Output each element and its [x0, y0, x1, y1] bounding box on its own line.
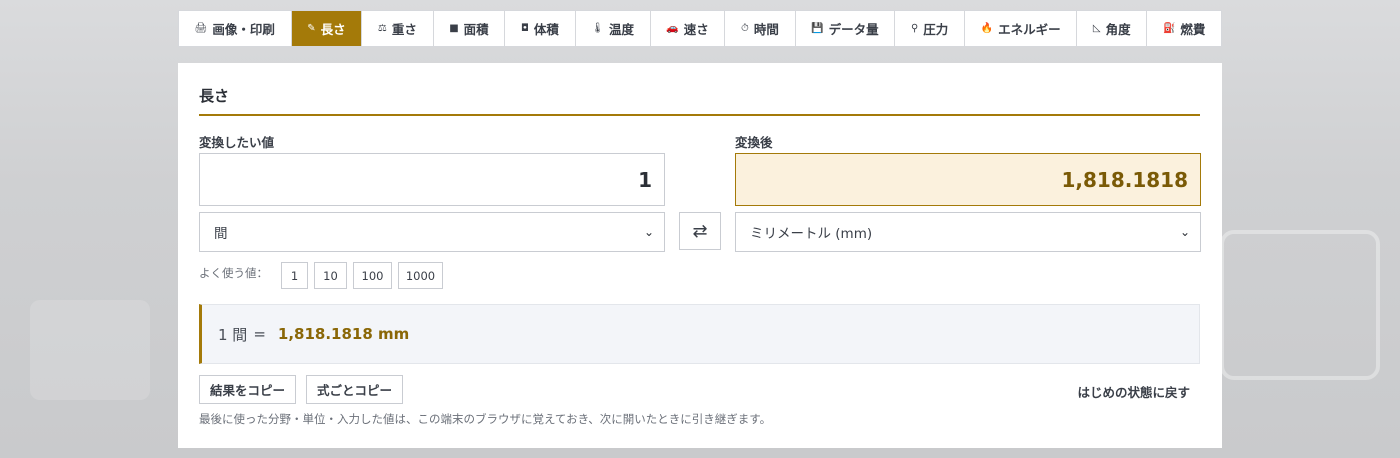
- angle-icon: ◺: [1092, 23, 1101, 34]
- fire-icon: 🔥: [980, 23, 994, 34]
- tab-label: 角度: [1105, 22, 1131, 37]
- quick-value-button[interactable]: 1: [281, 262, 308, 289]
- tab-label: 速さ: [683, 22, 709, 37]
- printer-icon: 🖨: [194, 23, 208, 34]
- to-unit-value: ミリメートル (mm): [750, 226, 873, 242]
- tab-area[interactable]: ■ 面積: [434, 11, 506, 46]
- tab-scale[interactable]: ⚖ 重さ: [362, 11, 434, 46]
- tab-gauge[interactable]: ⚲ 圧力: [895, 11, 965, 46]
- tab-fuel[interactable]: ⛽ 燃費: [1147, 11, 1221, 46]
- value-input[interactable]: [199, 153, 665, 206]
- formula-lhs: 1 間: [218, 325, 248, 344]
- chevron-down-icon: ⌄: [1179, 225, 1190, 239]
- thermometer-icon: 🌡: [591, 23, 604, 34]
- swap-icon: ⇄: [692, 220, 708, 242]
- tab-label: 面積: [463, 22, 489, 37]
- quick-value-button[interactable]: 1000: [398, 262, 443, 289]
- chevron-down-icon: ⌄: [643, 225, 654, 239]
- cup-icon: ◘: [520, 23, 529, 34]
- category-tabs: 🖨 画像・印刷 ✎ 長さ ⚖ 重さ ■ 面積 ◘ 体積 🌡 温度 🚗 速さ ⏱ 時間 💾 データ量 ⚲ 圧力 🔥 エネルギ…: [178, 10, 1222, 47]
- copy-formula-button[interactable]: 式ごとコピー: [306, 375, 403, 404]
- reset-link[interactable]: はじめの状態に戻す: [1077, 382, 1190, 401]
- quick-values-label: よく使う値：: [199, 266, 268, 280]
- swap-units-button[interactable]: ⇄: [679, 212, 721, 250]
- tab-thermometer[interactable]: 🌡 温度: [576, 11, 651, 46]
- copy-result-button[interactable]: 結果をコピー: [199, 375, 296, 404]
- tab-ruler[interactable]: ✎ 長さ: [291, 11, 363, 46]
- stopwatch-icon: ⏱: [741, 23, 749, 34]
- to-unit-select[interactable]: ミリメートル (mm) ⌄: [735, 212, 1201, 252]
- tab-label: 圧力: [923, 22, 949, 37]
- tab-floppy[interactable]: 💾 データ量: [796, 11, 896, 46]
- tab-angle[interactable]: ◺ 角度: [1077, 11, 1148, 46]
- quick-value-button[interactable]: 100: [353, 262, 392, 289]
- tab-printer[interactable]: 🖨 画像・印刷: [179, 11, 292, 46]
- tab-label: 温度: [608, 22, 634, 37]
- formula-display: 1 間 = 1,818.1818 mm: [199, 304, 1200, 364]
- scale-icon: ⚖: [377, 23, 387, 34]
- tab-label: 重さ: [391, 22, 417, 37]
- tab-label: 画像・印刷: [212, 22, 275, 37]
- ruler-icon: ✎: [307, 23, 316, 34]
- tab-stopwatch[interactable]: ⏱ 時間: [725, 11, 796, 46]
- title-divider: [199, 114, 1200, 116]
- from-unit-value: 間: [214, 226, 228, 242]
- tab-label: エネルギー: [998, 22, 1061, 37]
- tab-label: 燃費: [1180, 22, 1206, 37]
- background-decoration: [1220, 230, 1380, 380]
- result-label: 変換後: [735, 135, 773, 150]
- tab-label: 時間: [753, 22, 779, 37]
- area-icon: ■: [449, 23, 459, 34]
- panel-title: 長さ: [199, 87, 230, 105]
- tab-label: 長さ: [320, 22, 346, 37]
- car-icon: 🚗: [666, 23, 679, 34]
- result-output: 1,818.1818: [735, 153, 1201, 206]
- tab-label: データ量: [828, 22, 879, 37]
- tab-car[interactable]: 🚗 速さ: [651, 11, 726, 46]
- formula-equals: =: [253, 325, 266, 343]
- from-unit-select[interactable]: 間 ⌄: [199, 212, 665, 252]
- tab-label: 体積: [533, 22, 559, 37]
- background-decoration: [30, 300, 150, 400]
- floppy-icon: 💾: [811, 23, 824, 34]
- tab-fire[interactable]: 🔥 エネルギー: [965, 11, 1078, 46]
- fuel-icon: ⛽: [1162, 23, 1176, 34]
- quick-value-button[interactable]: 10: [314, 262, 347, 289]
- formula-rhs: 1,818.1818 mm: [277, 325, 410, 343]
- gauge-icon: ⚲: [910, 23, 919, 34]
- converter-panel: 長さ 変換したい値 変換後 1,818.1818 間 ⌄ ⇄ ミリメートル (m…: [178, 63, 1222, 448]
- tab-cup[interactable]: ◘ 体積: [505, 11, 576, 46]
- input-label: 変換したい値: [199, 135, 275, 150]
- storage-note: 最後に使った分野・単位・入力した値は、この端末のブラウザに覚えておき、次に開いた…: [199, 412, 772, 426]
